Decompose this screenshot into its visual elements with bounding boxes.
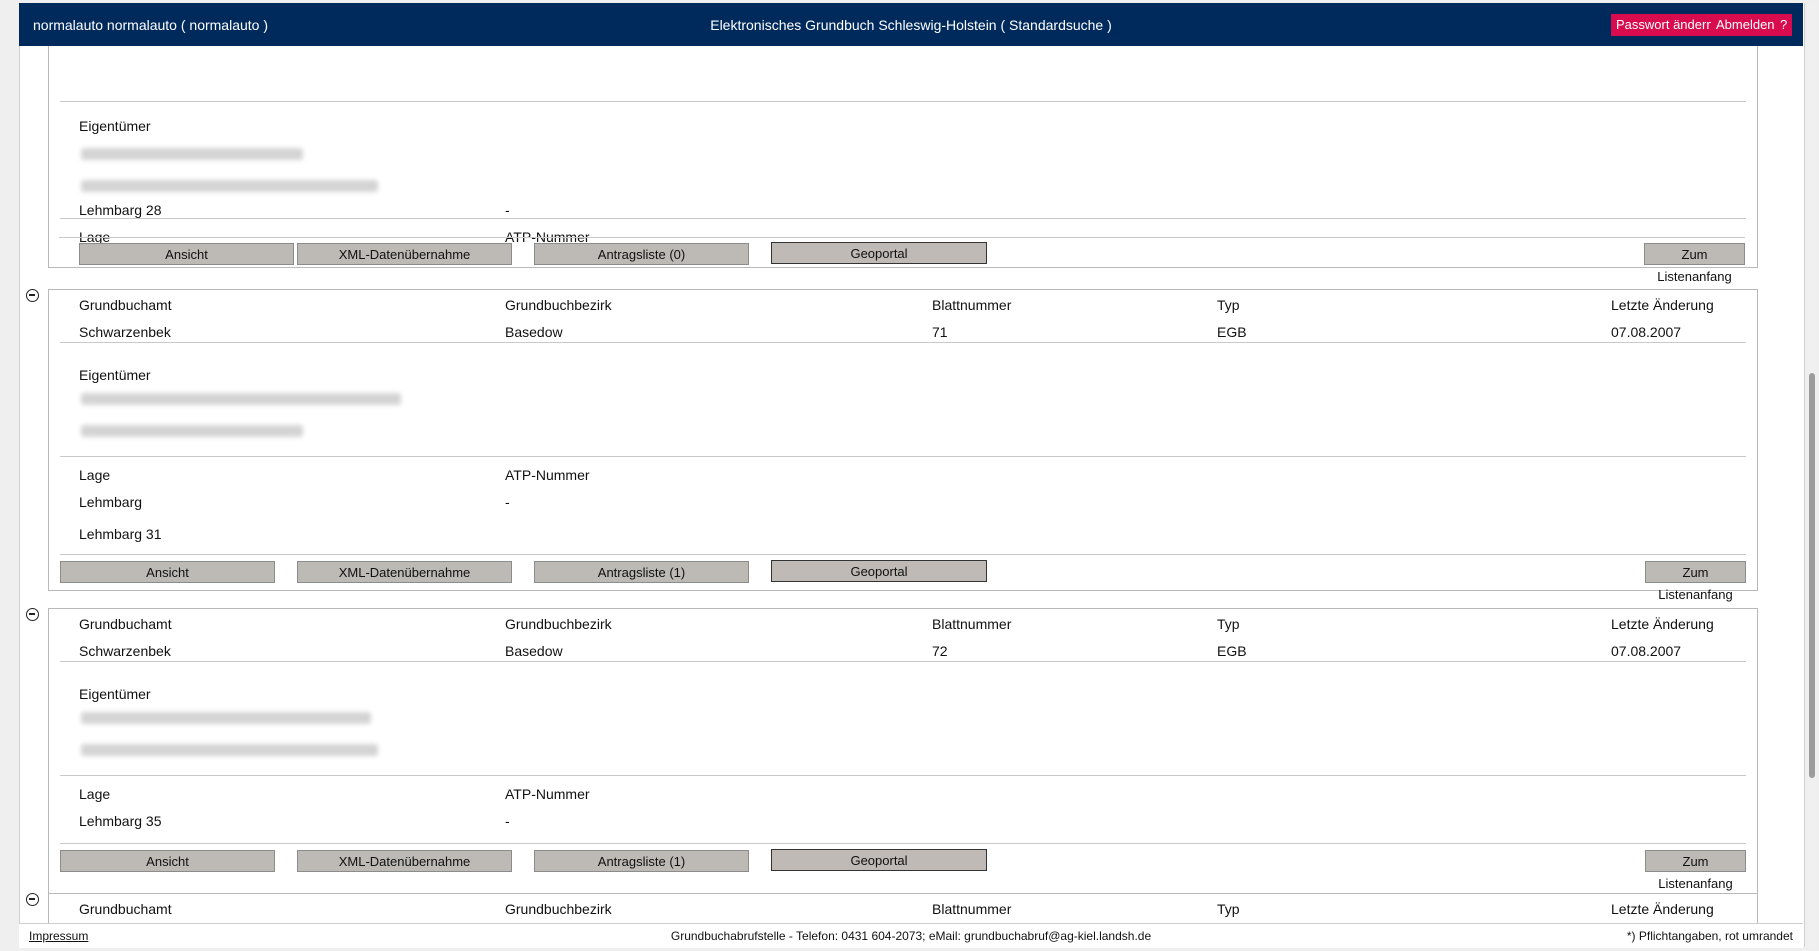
geoportal-button[interactable]: Geoportal bbox=[771, 560, 987, 582]
location-value: Lehmbarg bbox=[79, 494, 143, 510]
land-registry-label: Grundbuchamt bbox=[79, 901, 172, 917]
back-to-top-button[interactable]: Zum Listenanfang bbox=[1644, 243, 1745, 284]
type-label: Typ bbox=[1217, 616, 1240, 632]
location-label: Lage bbox=[79, 467, 111, 483]
atp-value: - bbox=[505, 494, 510, 510]
type-value: EGB bbox=[1217, 324, 1247, 340]
required-fields-note: *) Pflichtangaben, rot umrandet bbox=[1626, 929, 1793, 943]
xml-import-button[interactable]: XML-Datenübernahme bbox=[297, 561, 512, 583]
divider bbox=[60, 456, 1746, 457]
location-value: Lehmbarg 31 bbox=[79, 526, 162, 542]
atp-label: ATP-Nummer bbox=[505, 786, 590, 802]
scrollbar[interactable] bbox=[1808, 3, 1816, 947]
owner-label: Eigentümer bbox=[79, 686, 151, 702]
change-password-button[interactable]: Passwort ändern bbox=[1611, 14, 1719, 36]
request-list-button[interactable]: Antragsliste (1) bbox=[534, 561, 749, 583]
owner-redacted bbox=[81, 425, 303, 437]
back-to-top-button[interactable]: Zum Listenanfang bbox=[1645, 850, 1746, 891]
page-title: Elektronisches Grundbuch Schleswig-Holst… bbox=[710, 17, 1112, 33]
district-label: Grundbuchbezirk bbox=[505, 297, 612, 313]
last-change-value: 07.08.2007 bbox=[1611, 324, 1682, 340]
last-change-label: Letzte Änderung bbox=[1611, 616, 1714, 632]
atp-value: - bbox=[505, 202, 510, 218]
last-change-value: 07.08.2007 bbox=[1611, 643, 1682, 659]
type-value: EGB bbox=[1217, 643, 1247, 659]
type-label: Typ bbox=[1217, 297, 1240, 313]
header-bar: normalauto normalauto ( normalauto ) Ele… bbox=[19, 3, 1803, 46]
contact-info: Grundbuchabrufstelle - Telefon: 0431 604… bbox=[670, 929, 1152, 943]
geoportal-button[interactable]: Geoportal bbox=[771, 849, 987, 871]
location-value: Lehmbarg 35 bbox=[79, 813, 162, 829]
land-registry-value: Schwarzenbek bbox=[79, 324, 171, 340]
last-change-label: Letzte Änderung bbox=[1611, 297, 1714, 313]
help-button[interactable]: ? bbox=[1775, 14, 1793, 36]
divider bbox=[60, 342, 1746, 343]
results-list[interactable]: Eigentümer Lage ATP-Nummer Lehmbarg 28 -… bbox=[19, 46, 1803, 923]
sheet-number-label: Blattnummer bbox=[932, 297, 1012, 313]
district-label: Grundbuchbezirk bbox=[505, 901, 612, 917]
owner-label: Eigentümer bbox=[79, 367, 151, 383]
footer: Impressum Grundbuchabrufstelle - Telefon… bbox=[19, 923, 1803, 948]
sheet-number-value: 72 bbox=[932, 643, 948, 659]
request-list-button[interactable]: Antragsliste (0) bbox=[534, 243, 749, 265]
owner-redacted bbox=[81, 393, 401, 405]
sheet-number-value: 71 bbox=[932, 324, 948, 340]
xml-import-button[interactable]: XML-Datenübernahme bbox=[297, 850, 512, 872]
logout-button[interactable]: Abmelden bbox=[1711, 14, 1780, 36]
district-value: Basedow bbox=[505, 643, 563, 659]
collapse-icon[interactable] bbox=[26, 289, 39, 302]
divider bbox=[60, 554, 1746, 555]
collapse-icon[interactable] bbox=[26, 608, 39, 621]
divider bbox=[60, 661, 1746, 662]
divider bbox=[59, 237, 1745, 238]
back-to-top-button[interactable]: Zum Listenanfang bbox=[1645, 561, 1746, 602]
view-button[interactable]: Ansicht bbox=[79, 243, 294, 265]
owner-redacted bbox=[81, 744, 378, 756]
land-registry-value: Schwarzenbek bbox=[79, 643, 171, 659]
sheet-number-label: Blattnummer bbox=[932, 901, 1012, 917]
location-value: Lehmbarg 28 bbox=[79, 202, 162, 218]
district-label: Grundbuchbezirk bbox=[505, 616, 612, 632]
collapse-icon[interactable] bbox=[26, 893, 39, 906]
land-registry-label: Grundbuchamt bbox=[79, 616, 172, 632]
divider bbox=[60, 843, 1746, 844]
location-label: Lage bbox=[79, 786, 111, 802]
type-label: Typ bbox=[1217, 901, 1240, 917]
geoportal-button[interactable]: Geoportal bbox=[771, 242, 987, 264]
result-card: Grundbuchamt Grundbuchbezirk Blattnummer… bbox=[48, 289, 1758, 602]
divider bbox=[60, 775, 1746, 776]
last-change-label: Letzte Änderung bbox=[1611, 901, 1714, 917]
xml-import-button[interactable]: XML-Datenübernahme bbox=[297, 243, 512, 265]
view-button[interactable]: Ansicht bbox=[60, 561, 275, 583]
request-list-button[interactable]: Antragsliste (1) bbox=[534, 850, 749, 872]
owner-redacted bbox=[81, 712, 371, 724]
sheet-number-label: Blattnummer bbox=[932, 616, 1012, 632]
result-card-lower: Lehmbarg 28 - Ansicht XML-Datenübernahme… bbox=[19, 46, 1803, 286]
land-registry-label: Grundbuchamt bbox=[79, 297, 172, 313]
result-card: Grundbuchamt Grundbuchbezirk Blattnummer… bbox=[48, 608, 1758, 910]
result-card: Grundbuchamt Grundbuchbezirk Blattnummer… bbox=[48, 893, 1758, 923]
view-button[interactable]: Ansicht bbox=[60, 850, 275, 872]
scrollbar-thumb[interactable] bbox=[1809, 373, 1815, 778]
atp-label: ATP-Nummer bbox=[505, 467, 590, 483]
district-value: Basedow bbox=[505, 324, 563, 340]
atp-value: - bbox=[505, 813, 510, 829]
